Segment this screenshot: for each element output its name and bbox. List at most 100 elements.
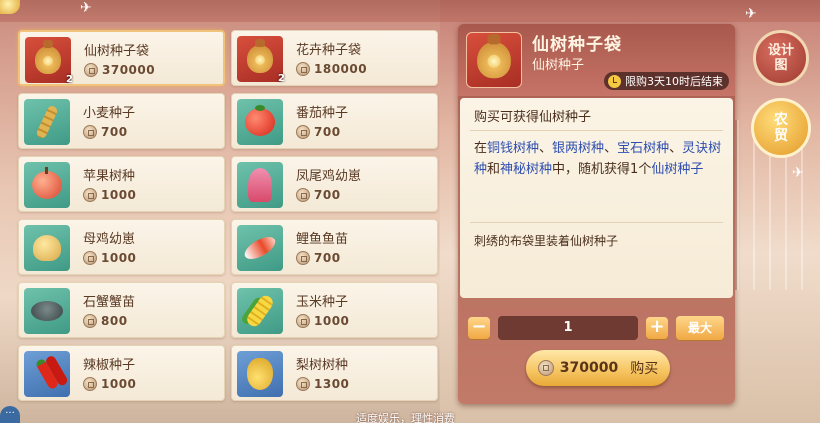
description-fragment: 银两树种 <box>552 141 605 156</box>
chili-icon <box>34 357 60 391</box>
detail-header: 仙树种子袋 仙树种子 限购3天10时后结束 <box>458 24 735 96</box>
coin-icon <box>83 314 97 328</box>
coin-icon <box>296 314 310 328</box>
max-button[interactable]: 最大 <box>676 316 724 340</box>
item-price: 1000 <box>83 251 136 265</box>
corn-icon <box>244 293 276 329</box>
shop-item-card[interactable]: 母鸡幼崽 1000 <box>18 219 225 275</box>
item-icon-frame <box>237 288 283 334</box>
divider <box>470 130 723 131</box>
description-detail: 在铜钱树种、银两树种、宝石树种、灵诀树种和神秘树种中，随机获得1个仙树种子 <box>474 138 724 180</box>
footer-notice: 适度娱乐，理性消费 <box>356 412 455 423</box>
item-price-value: 700 <box>101 125 128 139</box>
decrease-button[interactable]: − <box>468 317 490 339</box>
bird-icon: ✈ <box>745 6 757 22</box>
item-name: 辣椒种子 <box>83 358 136 373</box>
item-icon-frame <box>25 37 71 83</box>
shop-item-card[interactable]: 鲤鱼鱼苗 700 <box>231 219 438 275</box>
chick-icon <box>33 235 61 261</box>
description-fragment: 宝石树种 <box>617 141 670 156</box>
trade-button[interactable]: 农贸 <box>751 98 811 158</box>
chat-icon[interactable]: ··· <box>0 406 20 423</box>
quantity-stepper: − 1 + 最大 <box>468 316 728 340</box>
apple-icon <box>32 167 62 199</box>
item-icon-frame <box>237 36 283 82</box>
item-name: 玉米种子 <box>296 295 349 310</box>
detail-description: 购买可获得仙树种子 在铜钱树种、银两树种、宝石树种、灵诀树种和神秘树种中，随机获… <box>460 98 733 298</box>
limit-text: 限购3天10时后结束 <box>625 75 723 88</box>
shop-item-card[interactable]: 2 仙树种子袋 370000 <box>18 30 225 86</box>
coin-icon <box>296 62 310 76</box>
item-price: 700 <box>296 188 341 202</box>
shop-item-card[interactable]: 番茄种子 700 <box>231 93 438 149</box>
description-flavor: 刺绣的布袋里装着仙树种子 <box>474 234 619 248</box>
shop-item-card[interactable]: 辣椒种子 1000 <box>18 345 225 401</box>
item-price-value: 1000 <box>101 188 137 202</box>
shop-item-card[interactable]: 2 花卉种子袋 180000 <box>231 30 438 86</box>
quantity-field[interactable]: 1 <box>498 316 638 340</box>
item-name: 苹果树种 <box>83 169 136 184</box>
purchase-limit-badge: 限购3天10时后结束 <box>604 72 729 90</box>
shop-item-card[interactable]: 梨树树种 1300 <box>231 345 438 401</box>
description-fragment: 中，随机获得1个 <box>552 162 652 177</box>
bird-icon: ✈ <box>792 165 804 181</box>
coin-icon <box>296 125 310 139</box>
seed-bag-icon <box>477 34 511 79</box>
design-button[interactable]: 设计图 <box>753 30 809 86</box>
design-label: 设计图 <box>767 43 794 73</box>
wheat-icon <box>35 104 59 140</box>
shop-item-card[interactable]: 玉米种子 1000 <box>231 282 438 338</box>
item-name: 石蟹蟹苗 <box>83 295 136 310</box>
item-icon-frame <box>237 99 283 145</box>
shop-item-card[interactable]: 小麦种子 700 <box>18 93 225 149</box>
description-fragment: 和 <box>487 162 501 177</box>
coin-icon <box>83 125 97 139</box>
item-price-value: 370000 <box>102 63 156 77</box>
item-price-value: 1300 <box>314 377 350 391</box>
coin-icon <box>537 360 554 376</box>
item-price: 1000 <box>296 314 349 328</box>
shop-item-card[interactable]: 凤尾鸡幼崽 700 <box>231 156 438 212</box>
item-price-value: 1000 <box>101 251 137 265</box>
increase-button[interactable]: + <box>646 317 668 339</box>
buy-button[interactable]: 370000 购买 <box>526 350 670 386</box>
description-fragment: 神秘树种 <box>500 162 553 177</box>
buy-price: 370000 <box>559 360 619 376</box>
item-price: 180000 <box>296 62 367 76</box>
item-price-value: 700 <box>314 251 341 265</box>
seed-bag-icon <box>247 39 273 73</box>
coin-icon <box>83 251 97 265</box>
trade-label: 农贸 <box>774 112 788 144</box>
item-name: 花卉种子袋 <box>296 43 362 58</box>
item-price: 700 <box>83 125 128 139</box>
item-icon-frame <box>237 351 283 397</box>
description-fragment: 、 <box>669 141 683 156</box>
coin-icon <box>84 63 98 77</box>
description-summary: 购买可获得仙树种子 <box>474 110 592 125</box>
koi-icon <box>241 232 279 264</box>
detail-item-icon <box>466 32 522 88</box>
item-price-value: 800 <box>101 314 128 328</box>
pear-icon <box>247 358 273 390</box>
detail-title: 仙树种子袋 <box>532 35 622 55</box>
item-price-value: 700 <box>314 125 341 139</box>
tomato-icon <box>245 105 275 136</box>
item-price: 1000 <box>83 188 136 202</box>
coin-icon <box>296 188 310 202</box>
item-icon-frame <box>24 351 70 397</box>
shop-item-card[interactable]: 石蟹蟹苗 800 <box>18 282 225 338</box>
description-fragment: 铜钱树种 <box>487 141 540 156</box>
item-name: 小麦种子 <box>83 106 136 121</box>
buy-label: 购买 <box>630 361 659 377</box>
shop-item-card[interactable]: 苹果树种 1000 <box>18 156 225 212</box>
item-detail-panel: 仙树种子袋 仙树种子 限购3天10时后结束 购买可获得仙树种子 在铜钱树种、银两… <box>458 24 735 404</box>
item-icon-frame <box>24 99 70 145</box>
item-price-value: 700 <box>314 188 341 202</box>
item-name: 梨树树种 <box>296 358 349 373</box>
clock-icon <box>608 74 621 88</box>
item-icon-frame <box>237 162 283 208</box>
item-name: 仙树种子袋 <box>84 44 150 59</box>
coin-icon <box>296 251 310 265</box>
item-icon-frame <box>24 225 70 271</box>
item-count-badge: 2 <box>278 73 285 84</box>
